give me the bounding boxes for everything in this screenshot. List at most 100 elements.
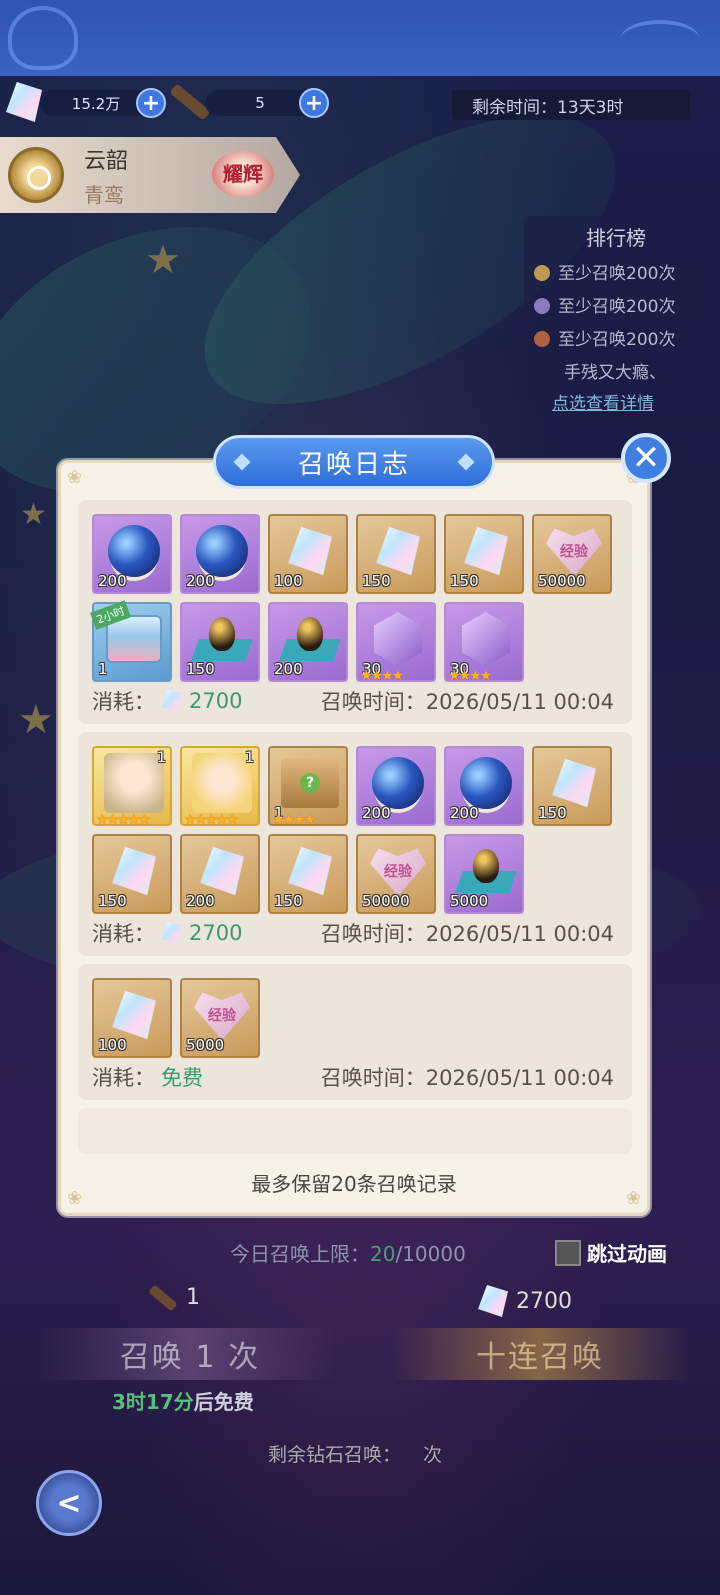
reward-item[interactable]: 200 xyxy=(356,746,436,826)
time-label: 召唤时间： xyxy=(320,922,426,946)
item-quantity: 5000 xyxy=(450,892,489,910)
star-rating: ★★★★★ xyxy=(184,812,239,828)
close-button[interactable]: ✕ xyxy=(621,433,671,483)
reward-item[interactable]: 2小时 1 xyxy=(90,600,172,682)
reward-item[interactable]: 1 ★★★★★ xyxy=(180,746,260,828)
reward-item[interactable]: 200 xyxy=(444,746,524,826)
hero-portrait xyxy=(104,753,164,813)
item-quantity: 200 xyxy=(98,572,127,590)
summon-ten-button[interactable]: 十连召唤 xyxy=(390,1328,690,1380)
single-cost: 1 xyxy=(148,1284,200,1311)
medal-icon xyxy=(534,265,550,281)
pool-badge: 耀辉 xyxy=(212,151,274,197)
medal-icon xyxy=(534,331,550,347)
reward-item[interactable]: 100 xyxy=(92,978,172,1058)
cost-label: 消耗： xyxy=(92,1066,155,1090)
reward-item[interactable]: 5000 xyxy=(444,834,524,914)
skip-animation-toggle[interactable]: 跳过动画 xyxy=(555,1238,667,1267)
record-footer: 消耗： 免费 召唤时间：2026/05/11 00:04 xyxy=(92,1062,614,1092)
cost-label: 消耗： xyxy=(92,690,155,714)
top-bar xyxy=(0,0,720,76)
ranking-entry: 至少召唤200次 xyxy=(524,292,708,317)
record-cost: 2700 xyxy=(189,689,243,713)
reward-item[interactable]: 150 xyxy=(444,514,524,594)
free-countdown: 3时17分后免费 xyxy=(112,1390,254,1414)
reward-item[interactable]: 150 xyxy=(532,746,612,826)
mystery-box-icon: ? xyxy=(280,754,340,812)
record-cost: 2700 xyxy=(189,921,243,945)
add-crystal-button[interactable]: + xyxy=(136,88,166,118)
star-rating: ★★★★ xyxy=(360,668,404,684)
record-footer: 消耗： 2700 召唤时间：2026/05/11 00:04 xyxy=(92,918,614,948)
record-time: 2026/05/11 00:04 xyxy=(425,690,614,714)
reward-item[interactable]: ? 1 ★★★★ xyxy=(268,746,348,828)
remaining-diamond-summons: 剩余钻石召唤：次 xyxy=(268,1444,443,1466)
hero-level: 1 xyxy=(245,750,254,766)
item-quantity: 150 xyxy=(98,892,127,910)
time-label: 召唤时间： xyxy=(320,690,426,714)
record-time: 2026/05/11 00:04 xyxy=(425,1066,614,1090)
summon-once-button[interactable]: 召唤 1 次 xyxy=(40,1328,340,1380)
close-icon: ✕ xyxy=(631,438,661,478)
item-quantity: 100 xyxy=(98,1036,127,1054)
reward-item[interactable]: 200 xyxy=(180,834,260,914)
empty-record-slot xyxy=(78,1108,632,1154)
item-quantity: 50000 xyxy=(538,572,586,590)
reward-item[interactable]: 150 xyxy=(356,514,436,594)
item-quantity: 100 xyxy=(274,572,303,590)
back-button[interactable]: < xyxy=(36,1470,102,1536)
star-rating: ★★★★ xyxy=(272,812,316,828)
star-rating: ★★★★★ xyxy=(96,812,151,828)
reward-item[interactable]: 1 ★★★★★ xyxy=(92,746,172,828)
pool-subname: 青鸾 xyxy=(84,183,124,207)
pool-banner[interactable]: 云韶 青鸾 耀辉 xyxy=(0,137,300,213)
scroll-amount: 5 xyxy=(255,94,265,112)
item-quantity: 150 xyxy=(362,572,391,590)
crystal-amount: 15.2万 xyxy=(71,94,121,113)
modal-title: 召唤日志 xyxy=(213,435,495,489)
record-cost: 免费 xyxy=(161,1066,203,1090)
pool-emblem-icon xyxy=(8,147,64,203)
item-quantity: 150 xyxy=(538,804,567,822)
medal-icon xyxy=(534,298,550,314)
hero-portrait xyxy=(192,753,252,813)
reward-item[interactable]: 30 ★★★★ xyxy=(444,602,524,684)
ranking-entry: 至少召唤200次 xyxy=(524,259,708,284)
ten-cost: 2700 xyxy=(478,1285,572,1317)
summon-record: 200 200 100 150 150 经验 50000 2小时 1 150 200 30 ★★★★ 30… xyxy=(78,500,632,724)
reward-item[interactable]: 200 xyxy=(92,514,172,594)
reward-item[interactable]: 经验 50000 xyxy=(532,514,612,594)
reward-item[interactable]: 150 xyxy=(180,602,260,682)
item-quantity: 150 xyxy=(186,660,215,678)
reward-item[interactable]: 200 xyxy=(268,602,348,682)
reward-item[interactable]: 100 xyxy=(268,514,348,594)
reward-item[interactable]: 150 xyxy=(92,834,172,914)
add-scroll-button[interactable]: + xyxy=(299,88,329,118)
item-quantity: 50000 xyxy=(362,892,410,910)
crystal-counter: 15.2万 + xyxy=(40,88,166,118)
item-quantity: 5000 xyxy=(186,1036,225,1054)
reward-item[interactable]: 经验 50000 xyxy=(356,834,436,914)
summon-record: 1 ★★★★★ 1 ★★★★★ ? 1 ★★★★ 200 200 150 150 200 150 经验 50… xyxy=(78,732,632,956)
scroll-counter: 5 + xyxy=(205,88,329,118)
corner-ornament-icon: ❀ xyxy=(67,467,83,488)
title-diamond-icon xyxy=(457,453,475,471)
reward-item[interactable]: 经验 5000 xyxy=(180,978,260,1058)
ranking-title: 排行榜 xyxy=(586,226,646,250)
crystal-icon xyxy=(161,689,183,713)
daily-limit: 今日召唤上限：20/10000 xyxy=(230,1242,466,1266)
reward-item[interactable]: 200 xyxy=(180,514,260,594)
crystal-icon xyxy=(478,1285,508,1317)
summon-record: 100 经验 5000 消耗： 免费 召唤时间：2026/05/11 00:04 xyxy=(78,964,632,1100)
hero-level: 1 xyxy=(157,750,166,766)
item-quantity: 150 xyxy=(274,892,303,910)
reward-item[interactable]: 150 xyxy=(268,834,348,914)
record-time: 2026/05/11 00:04 xyxy=(425,922,614,946)
reward-item[interactable]: 30 ★★★★ xyxy=(356,602,436,684)
ranking-tip: 手残又大瘾、 xyxy=(564,363,666,383)
checkbox-icon[interactable] xyxy=(555,1239,581,1266)
scroll-icon xyxy=(148,1284,178,1311)
pool-name: 云韶 xyxy=(84,149,129,174)
record-footer: 消耗： 2700 召唤时间：2026/05/11 00:04 xyxy=(92,686,614,716)
ranking-detail-link[interactable]: 点选查看详情 xyxy=(524,389,708,414)
